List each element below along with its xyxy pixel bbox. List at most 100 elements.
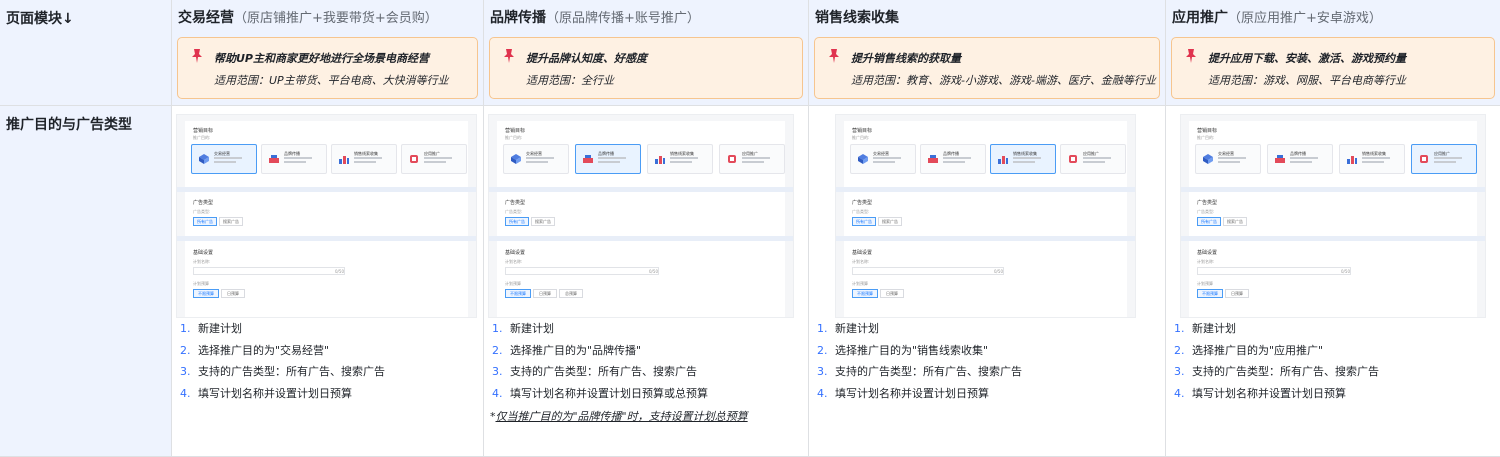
mini-option-desc bbox=[1218, 161, 1240, 163]
mini-adtype-search[interactable]: 搜索广告 bbox=[219, 217, 243, 226]
mini-budget-unlimited[interactable]: 不限预算 bbox=[193, 289, 219, 298]
column-title-main: 销售线索收集 bbox=[815, 10, 899, 26]
column-body-leads: 营销目标 推广目的: 交易经营 品牌传播 销售线索收集 应用推广 广告类型 广告… bbox=[809, 106, 1166, 457]
mini-budget-total[interactable]: 总预算 bbox=[559, 289, 583, 298]
corner-header: 页面模块↓ bbox=[0, 0, 172, 106]
step-item: 2. 选择推广目的为"品牌传播" bbox=[492, 340, 804, 362]
mini-label: 计划预算 bbox=[852, 281, 868, 286]
mini-option-desc bbox=[424, 157, 452, 159]
mini-divider bbox=[177, 187, 476, 192]
mini-name-input[interactable] bbox=[1197, 267, 1351, 275]
column-title-main: 交易经营 bbox=[178, 10, 234, 26]
pushpin-icon bbox=[504, 49, 514, 63]
mini-adtype-search[interactable]: 搜索广告 bbox=[878, 217, 902, 226]
mini-label: 计划预算 bbox=[1197, 281, 1213, 286]
mini-label: 广告类型: bbox=[1197, 209, 1215, 214]
steps-list: 1. 新建计划 2. 选择推广目的为"品牌传播" 3. 支持的广告类型：所有广告、搜索… bbox=[492, 318, 804, 404]
mini-counter: 0/50 bbox=[1341, 269, 1350, 274]
column-title-main: 品牌传播 bbox=[490, 10, 546, 26]
column-body-trade: 营销目标 推广目的: 交易经营 品牌传播 销售线索收集 应用推广 广告类型 广告… bbox=[172, 106, 484, 457]
mini-option-trade[interactable]: 交易经营 bbox=[1195, 144, 1261, 174]
mini-section-title: 基础设置 bbox=[193, 250, 214, 256]
chart-icon bbox=[1347, 156, 1357, 164]
mini-divider bbox=[1181, 236, 1485, 241]
mini-budget-unlimited[interactable]: 不限预算 bbox=[505, 289, 531, 298]
mini-option-brand[interactable]: 品牌传播 bbox=[261, 144, 327, 174]
mini-adtype-search[interactable]: 搜索广告 bbox=[531, 217, 555, 226]
column-body-brand: 营销目标 推广目的: 交易经营 品牌传播 销售线索收集 应用推广 广告类型 广告… bbox=[484, 106, 809, 457]
step-text: 支持的广告类型：所有广告、搜索广告 bbox=[510, 365, 697, 378]
corner-title: 页面模块↓ bbox=[6, 11, 74, 27]
callout-title: 帮助UP主和商家更好地进行全场景电商经营 bbox=[214, 52, 429, 65]
callout-scope: 适用范围：游戏、网服、平台电商等行业 bbox=[1208, 74, 1406, 87]
step-text: 支持的广告类型：所有广告、搜索广告 bbox=[1192, 365, 1379, 378]
mini-option-brand[interactable]: 品牌传播 bbox=[1267, 144, 1333, 174]
mini-option-leads[interactable]: 销售线索收集 bbox=[647, 144, 713, 174]
mini-option-app[interactable]: 应用推广 bbox=[401, 144, 467, 174]
mini-option-brand[interactable]: 品牌传播 bbox=[575, 144, 641, 174]
step-number: 3. bbox=[817, 365, 828, 378]
step-text: 填写计划名称并设置计划日预算 bbox=[835, 386, 989, 400]
mini-adtype-all[interactable]: 所有广告 bbox=[852, 217, 876, 226]
step-text: 选择推广目的为"销售线索收集" bbox=[835, 343, 989, 357]
mini-option-desc bbox=[1013, 161, 1035, 163]
callout-box: 提升品牌认知度、好感度 适用范围：全行业 bbox=[489, 37, 803, 99]
screenshot-thumbnail: 营销目标 推广目的: 交易经营 品牌传播 销售线索收集 应用推广 广告类型 广告… bbox=[176, 114, 477, 318]
step-item: 3. 支持的广告类型：所有广告、搜索广告 bbox=[817, 361, 1161, 383]
mini-option-app[interactable]: 应用推广 bbox=[1411, 144, 1477, 174]
mini-option-leads[interactable]: 销售线索收集 bbox=[331, 144, 397, 174]
mini-option-app[interactable]: 应用推广 bbox=[719, 144, 785, 174]
mini-budget-unlimited[interactable]: 不限预算 bbox=[852, 289, 878, 298]
step-number: 4. bbox=[1174, 386, 1185, 400]
mini-name-input[interactable] bbox=[852, 267, 1004, 275]
mini-name-input[interactable] bbox=[193, 267, 345, 275]
mini-option-desc bbox=[598, 157, 626, 159]
callout-scope: 适用范围：UP主带货、平台电商、大快消等行业 bbox=[214, 74, 449, 87]
mini-option-brand[interactable]: 品牌传播 bbox=[920, 144, 986, 174]
mini-option-app[interactable]: 应用推广 bbox=[1060, 144, 1126, 174]
app-icon bbox=[1420, 155, 1428, 163]
mini-budget-daily[interactable]: 日预算 bbox=[221, 289, 245, 298]
chart-icon bbox=[339, 156, 349, 164]
mini-adtype-all[interactable]: 所有广告 bbox=[193, 217, 217, 226]
step-text: 填写计划名称并设置计划日预算或总预算 bbox=[510, 386, 708, 400]
screenshot-thumbnail: 营销目标 推广目的: 交易经营 品牌传播 销售线索收集 应用推广 广告类型 广告… bbox=[488, 114, 794, 318]
mini-option-trade[interactable]: 交易经营 bbox=[850, 144, 916, 174]
mini-option-trade[interactable]: 交易经营 bbox=[191, 144, 257, 174]
mini-counter: 0/50 bbox=[335, 269, 344, 274]
step-number: 3. bbox=[492, 365, 503, 378]
mini-section-title: 基础设置 bbox=[1197, 250, 1218, 256]
column-title-main: 应用推广 bbox=[1172, 10, 1228, 26]
step-number: 1. bbox=[180, 322, 191, 335]
mini-budget-unlimited[interactable]: 不限预算 bbox=[1197, 289, 1223, 298]
step-item: 4. 填写计划名称并设置计划日预算 bbox=[1174, 383, 1496, 405]
step-text: 新建计划 bbox=[835, 322, 879, 335]
mini-label: 广告类型: bbox=[193, 209, 211, 214]
mini-option-desc bbox=[598, 161, 620, 163]
mini-budget-daily[interactable]: 日预算 bbox=[533, 289, 557, 298]
mini-name-input[interactable] bbox=[505, 267, 659, 275]
mini-option-desc bbox=[742, 157, 770, 159]
step-number: 2. bbox=[1174, 343, 1185, 357]
mini-divider bbox=[489, 236, 793, 241]
mini-form: 营销目标 推广目的: 交易经营 品牌传播 销售线索收集 应用推广 广告类型 广告… bbox=[836, 121, 1135, 317]
mini-budget-daily[interactable]: 日预算 bbox=[1225, 289, 1249, 298]
mini-adtype-search[interactable]: 搜索广告 bbox=[1223, 217, 1247, 226]
mini-adtype-all[interactable]: 所有广告 bbox=[1197, 217, 1221, 226]
step-number: 3. bbox=[180, 365, 191, 378]
callout-box: 帮助UP主和商家更好地进行全场景电商经营 适用范围：UP主带货、平台电商、大快消… bbox=[177, 37, 478, 99]
step-item: 4. 填写计划名称并设置计划日预算 bbox=[180, 383, 479, 405]
pushpin-icon bbox=[1186, 49, 1196, 63]
mini-option-trade[interactable]: 交易经营 bbox=[503, 144, 569, 174]
mini-divider bbox=[177, 236, 476, 241]
mini-option-desc bbox=[1362, 157, 1390, 159]
mini-option-leads[interactable]: 销售线索收集 bbox=[990, 144, 1056, 174]
callout-title: 提升销售线索的获取量 bbox=[851, 52, 961, 65]
mini-option-leads[interactable]: 销售线索收集 bbox=[1339, 144, 1405, 174]
mini-budget-daily[interactable]: 日预算 bbox=[880, 289, 904, 298]
mini-counter: 0/50 bbox=[994, 269, 1003, 274]
megaphone-icon bbox=[583, 155, 593, 163]
mini-divider bbox=[836, 187, 1135, 192]
pushpin-icon bbox=[829, 49, 839, 63]
mini-adtype-all[interactable]: 所有广告 bbox=[505, 217, 529, 226]
